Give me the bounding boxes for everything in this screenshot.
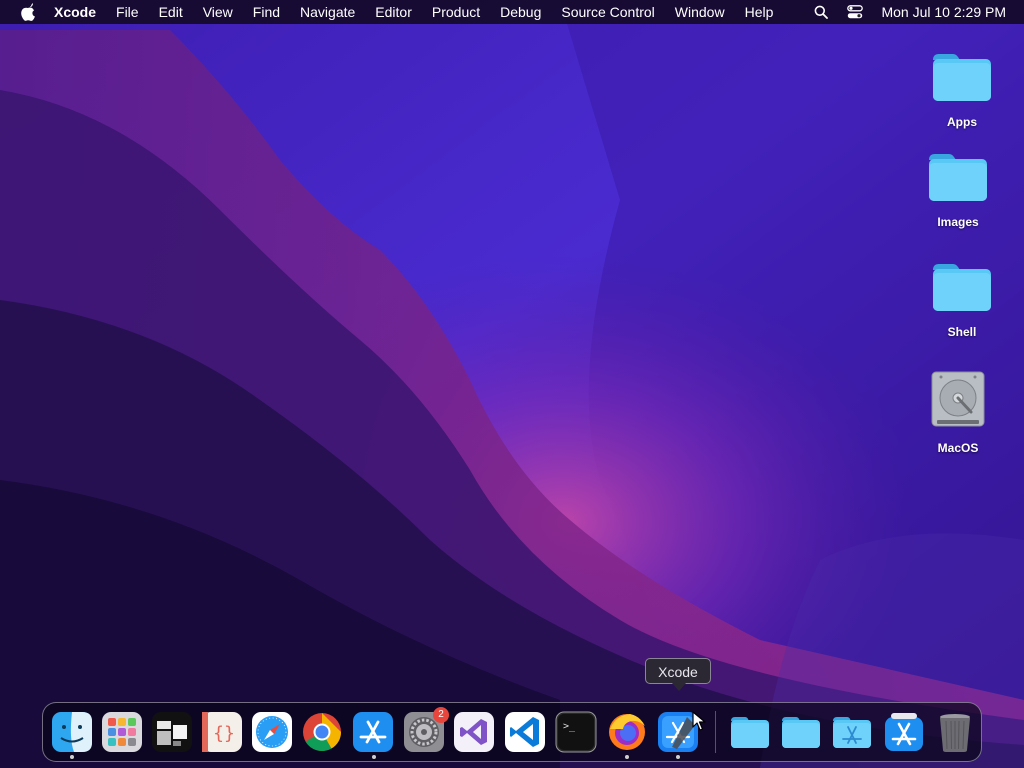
folder-icon xyxy=(922,260,1002,319)
menu-bar-clock[interactable]: Mon Jul 10 2:29 PM xyxy=(881,4,1006,20)
chrome-icon xyxy=(303,713,342,752)
safari-icon xyxy=(252,712,292,752)
running-indicator xyxy=(70,755,74,759)
menu-find[interactable]: Find xyxy=(243,0,290,24)
dock-item-finder[interactable] xyxy=(51,711,93,753)
dock-item-trash[interactable] xyxy=(934,711,976,753)
folder-icon xyxy=(918,150,998,209)
folder-icon xyxy=(922,50,1002,109)
finder-icon xyxy=(52,712,92,752)
dock-item-chrome[interactable] xyxy=(301,711,343,753)
terminal-icon: >_ xyxy=(555,711,597,753)
app-folder-icon xyxy=(833,717,871,748)
desktop-icon-shell[interactable]: Shell xyxy=(922,260,1002,339)
menu-source-control[interactable]: Source Control xyxy=(551,0,664,24)
dock-item-launchpad[interactable] xyxy=(101,711,143,753)
desktop-icon-label: Shell xyxy=(947,325,977,339)
mouse-cursor-icon xyxy=(692,711,706,731)
menu-bar: Xcode File Edit View Find Navigate Edito… xyxy=(0,0,1024,24)
desktop-icon-macos[interactable]: MacOS xyxy=(918,370,998,455)
dock-tooltip: Xcode xyxy=(645,658,711,684)
hard-drive-icon xyxy=(918,370,998,435)
firefox-icon xyxy=(609,714,645,750)
menu-debug[interactable]: Debug xyxy=(490,0,551,24)
app-store-icon xyxy=(885,713,923,751)
dock-item-documents[interactable] xyxy=(780,711,822,753)
dock-item-system-settings[interactable]: 2 xyxy=(403,707,449,753)
dock-item-window-manager[interactable] xyxy=(151,711,193,753)
desktop-icon-label: Apps xyxy=(947,115,977,129)
app-menu-xcode[interactable]: Xcode xyxy=(54,0,106,24)
apple-menu-icon[interactable] xyxy=(18,2,38,22)
folder-icon xyxy=(782,717,820,748)
svg-text:>_: >_ xyxy=(563,721,576,732)
desktop-icon-label: MacOS xyxy=(937,441,979,455)
menu-file[interactable]: File xyxy=(106,0,149,24)
menu-window[interactable]: Window xyxy=(665,0,735,24)
dock-item-app-store[interactable] xyxy=(352,711,394,753)
visual-studio-icon xyxy=(454,712,494,752)
window-manager-icon xyxy=(152,712,192,752)
dock-item-applications[interactable] xyxy=(729,711,771,753)
dock-item-code-editor[interactable]: {} xyxy=(201,711,243,753)
spotlight-search-icon[interactable] xyxy=(813,4,829,20)
menu-navigate[interactable]: Navigate xyxy=(290,0,365,24)
running-indicator xyxy=(676,755,680,759)
app-store-icon xyxy=(353,712,393,752)
desktop-icon-label: Images xyxy=(937,215,979,229)
menu-editor[interactable]: Editor xyxy=(365,0,422,24)
desktop-icon-apps[interactable]: Apps xyxy=(922,50,1002,129)
dock-tooltip-arrow xyxy=(672,683,686,691)
vscode-icon xyxy=(505,712,545,752)
running-indicator xyxy=(372,755,376,759)
dock: {} 2 >_ xyxy=(42,702,982,762)
desktop-icon-images[interactable]: Images xyxy=(918,150,998,229)
dock-item-terminal[interactable]: >_ xyxy=(555,711,597,753)
dock-item-safari[interactable] xyxy=(251,711,293,753)
folder-icon xyxy=(731,717,769,748)
dock-item-app-store-downloads[interactable] xyxy=(883,711,925,753)
dock-separator xyxy=(715,711,716,753)
launchpad-icon xyxy=(102,712,142,752)
menu-product[interactable]: Product xyxy=(422,0,490,24)
menu-help[interactable]: Help xyxy=(735,0,784,24)
running-indicator xyxy=(625,755,629,759)
svg-text:{}: {} xyxy=(213,723,235,744)
menu-edit[interactable]: Edit xyxy=(149,0,193,24)
trash-icon xyxy=(940,714,970,752)
notification-badge: 2 xyxy=(433,707,449,723)
code-braces-icon: {} xyxy=(202,712,242,752)
dock-item-visual-studio[interactable] xyxy=(453,711,495,753)
control-center-icon[interactable] xyxy=(847,4,864,20)
menu-view[interactable]: View xyxy=(193,0,243,24)
dock-item-firefox[interactable] xyxy=(606,711,648,753)
desktop-wallpaper xyxy=(0,0,1024,768)
dock-item-vscode[interactable] xyxy=(504,711,546,753)
dock-item-applications-folder[interactable] xyxy=(831,711,873,753)
